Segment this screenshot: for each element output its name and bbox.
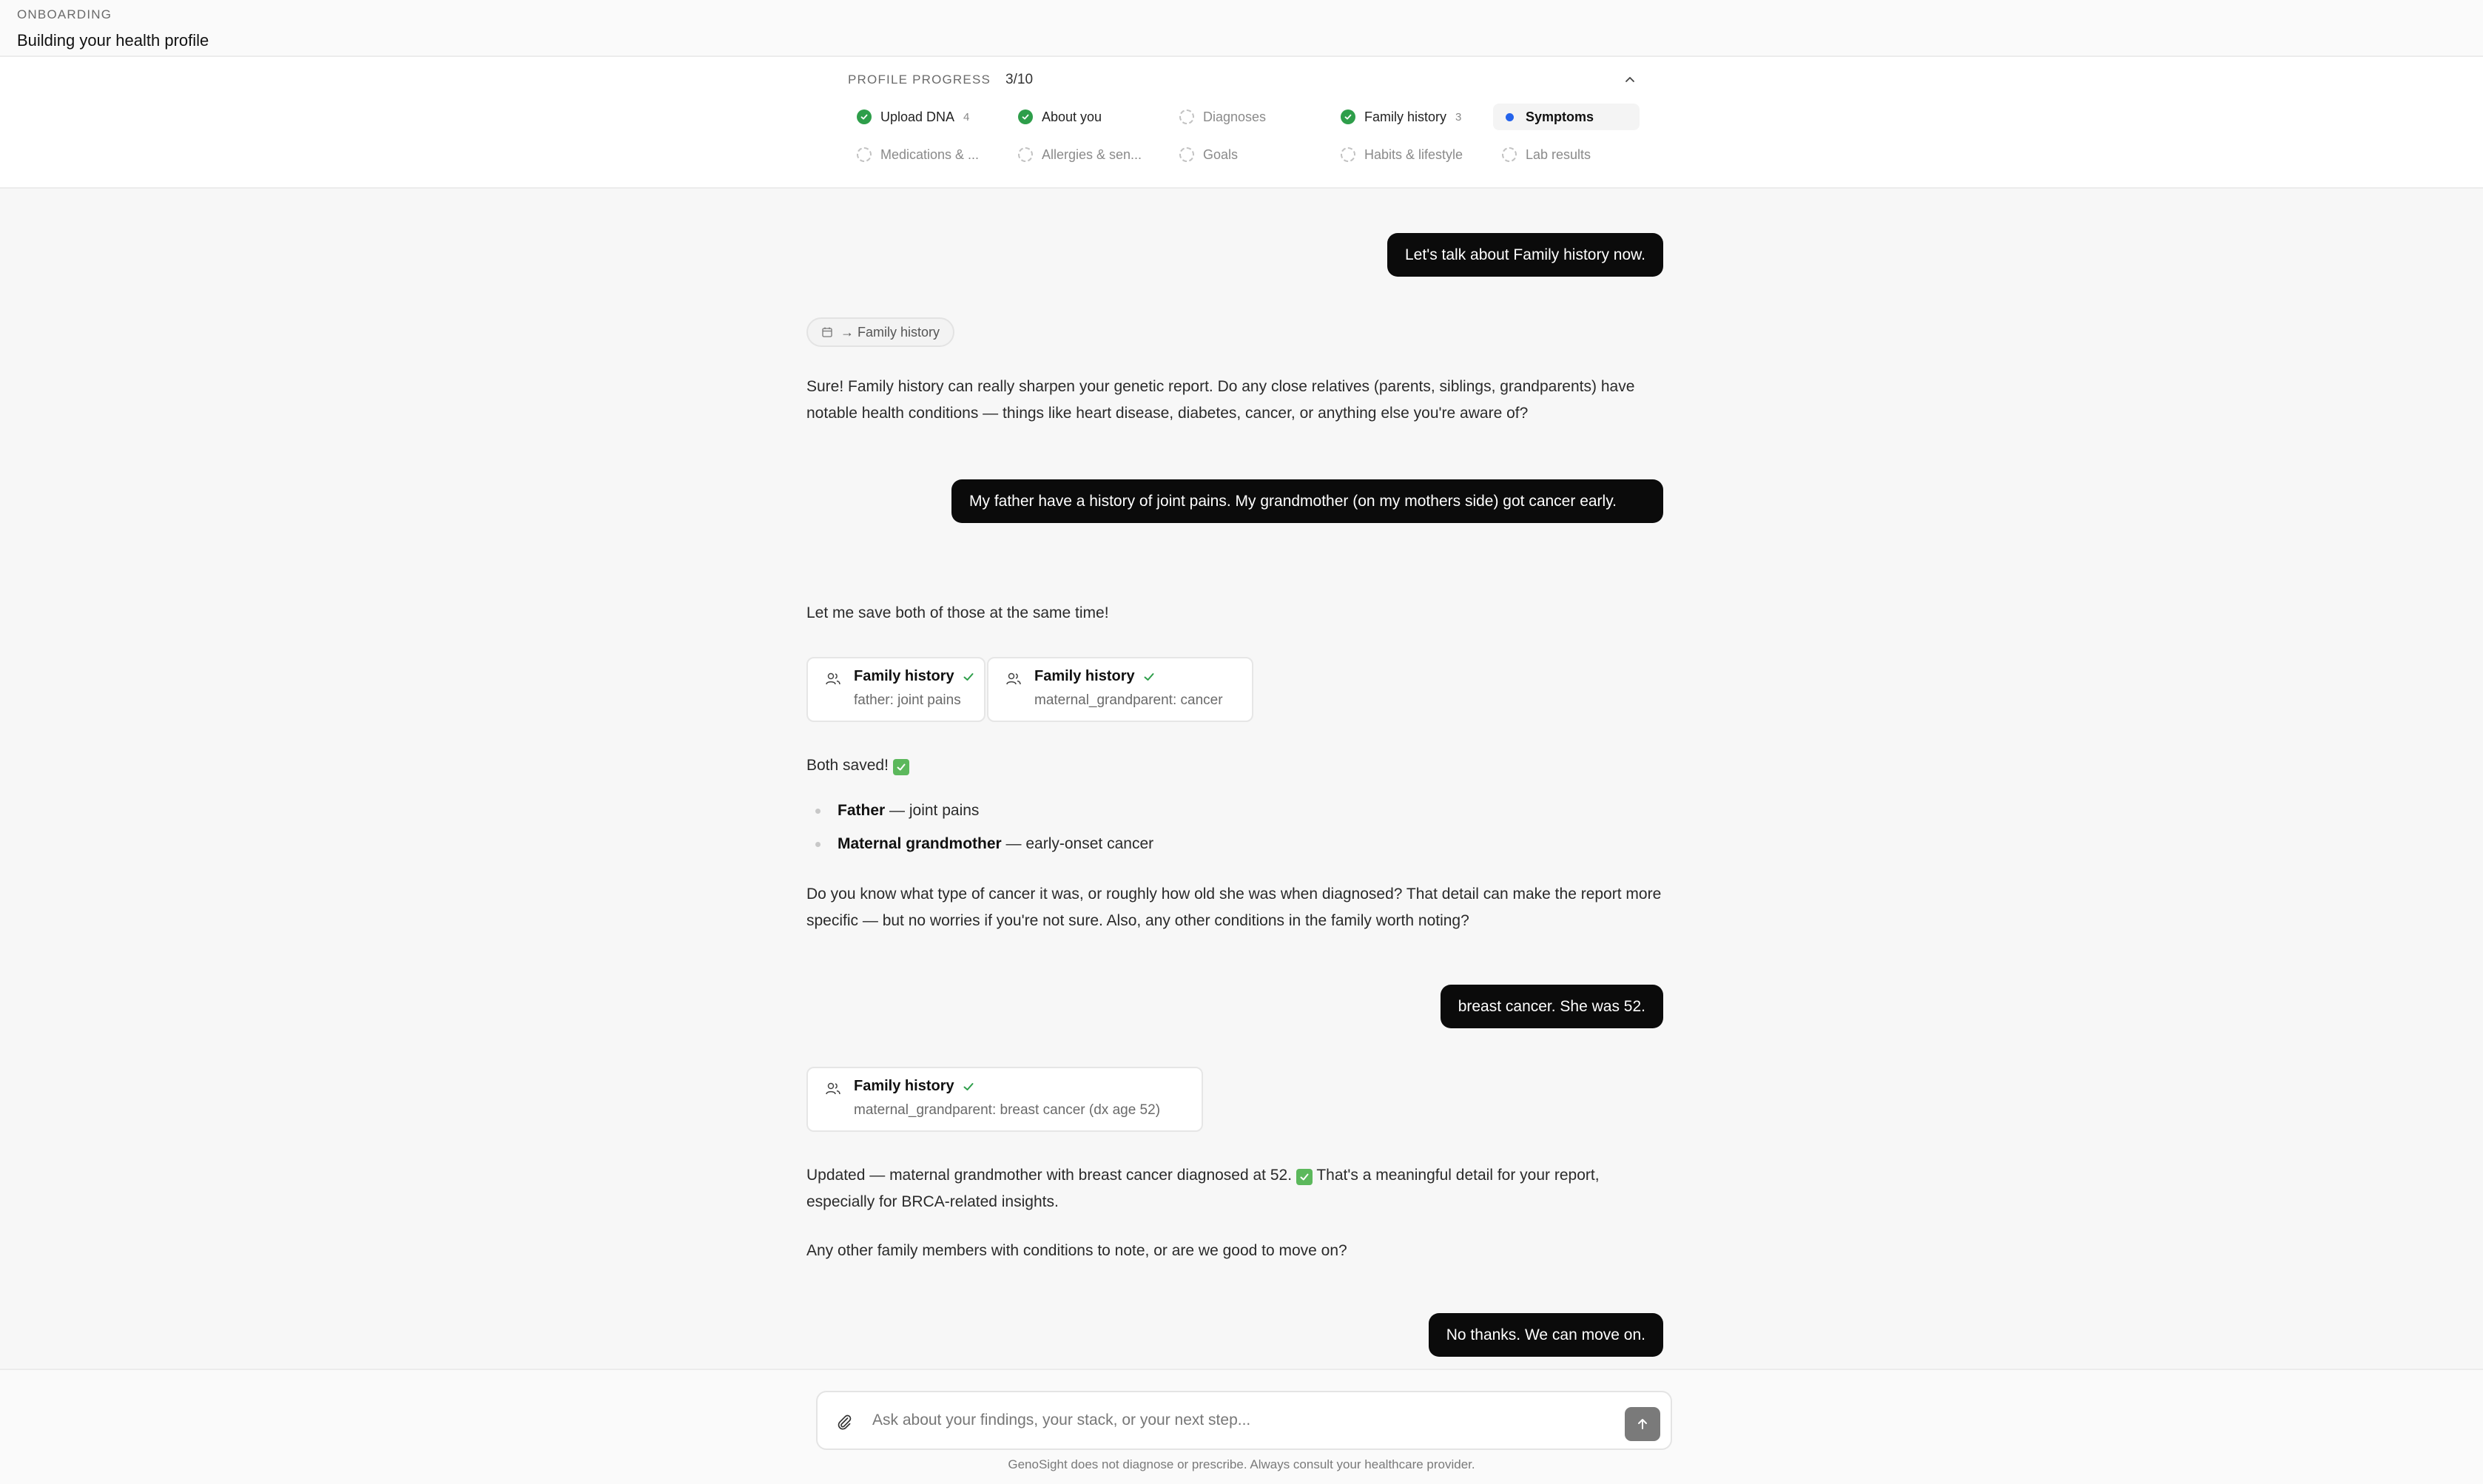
saved-item-card[interactable]: Family history maternal_grandparent: bre… [806, 1067, 1203, 1132]
dashed-circle-icon [1018, 147, 1033, 162]
progress-step-label: Goals [1203, 146, 1239, 162]
topic-chip-label: → Family history [840, 324, 940, 340]
dashed-circle-icon [1179, 109, 1194, 124]
assistant-message: Do you know what type of cancer it was, … [806, 886, 1662, 929]
progress-step[interactable]: Diagnoses [1170, 104, 1332, 130]
dashed-circle-icon [857, 147, 872, 162]
arrow-up-icon [1638, 1419, 1647, 1429]
paperclip-icon[interactable] [832, 1410, 856, 1434]
assistant-message: Updated — maternal grandmother with brea… [806, 1162, 1663, 1215]
check-circle-icon [1018, 109, 1033, 124]
assistant-message: Both saved! [806, 752, 1663, 779]
chat-thread: Let's talk about Family history now. → F… [0, 189, 2483, 1369]
user-message: No thanks. We can move on. [1428, 1313, 1663, 1357]
saved-item-card[interactable]: Family history father: joint pains [806, 657, 986, 722]
send-button[interactable] [1625, 1407, 1660, 1441]
progress-step-label: Lab results [1526, 146, 1591, 162]
check-circle-icon [1341, 109, 1355, 124]
list-item: Maternal grandmother — early-onset cance… [806, 827, 1153, 860]
header-eyebrow: ONBOARDING [17, 7, 112, 21]
saved-item-card[interactable]: Family history maternal_grandparent: can… [987, 657, 1253, 722]
progress-label: PROFILE PROGRESS [848, 72, 991, 87]
composer [816, 1391, 1672, 1450]
card-detail: maternal_grandparent: breast cancer (dx … [854, 1102, 1161, 1118]
progress-step[interactable]: Habits & lifestyle [1332, 141, 1493, 168]
progress-steps: Upload DNA 4 About you Diagnoses Family hist… [848, 104, 1640, 168]
progress-step-label: Family history [1364, 109, 1447, 124]
progress-step[interactable]: Upload DNA 4 [848, 104, 1009, 130]
progress-step-label: Medications & ... [880, 146, 980, 162]
people-icon [1005, 670, 1022, 692]
top-header: ONBOARDING Building your health profile [0, 0, 2483, 57]
composer-area: GenoSight does not diagnose or prescribe… [0, 1369, 2483, 1484]
progress-step-label: Allergies & sen... [1042, 146, 1142, 162]
card-detail: father: joint pains [854, 692, 961, 708]
user-message: Let's talk about Family history now. [1387, 233, 1663, 277]
progress-step[interactable]: Family history 3 [1332, 104, 1493, 130]
dashed-circle-icon [1179, 147, 1194, 162]
people-icon [824, 1080, 842, 1102]
progress-step-label: About you [1042, 109, 1102, 124]
progress-step[interactable]: Goals [1170, 141, 1332, 168]
card-detail: maternal_grandparent: cancer [1034, 692, 1223, 708]
checkmark-icon [1142, 670, 1156, 684]
assistant-message: Any other family members with conditions… [806, 1242, 1347, 1259]
page-title: Building your health profile [17, 31, 209, 50]
progress-step-count: 3 [1455, 110, 1462, 124]
progress-step-label: Diagnoses [1203, 109, 1267, 124]
checkbox-emoji-icon [1296, 1169, 1313, 1185]
assistant-text: Updated — maternal grandmother with brea… [806, 1167, 1293, 1184]
progress-step[interactable]: Allergies & sen... [1009, 141, 1170, 168]
progress-step[interactable]: Symptoms [1493, 104, 1640, 130]
saved-text: Both saved! [806, 757, 889, 774]
progress-step[interactable]: About you [1009, 104, 1170, 130]
chevron-up-icon[interactable] [1620, 70, 1640, 90]
profile-progress-panel: PROFILE PROGRESS 3/10 Upload DNA 4 About y… [0, 57, 2483, 189]
progress-header: PROFILE PROGRESS 3/10 [848, 70, 1640, 90]
progress-count: 3/10 [1005, 72, 1034, 87]
card-title: Family history [854, 1078, 954, 1094]
progress-step[interactable]: Medications & ... [848, 141, 1009, 168]
list-item: Father — joint pains [806, 794, 1153, 827]
user-message: My father have a history of joint pains.… [951, 479, 1663, 523]
assistant-message: Sure! Family history can really sharpen … [806, 378, 1635, 422]
progress-step-label: Habits & lifestyle [1364, 146, 1463, 162]
check-circle-icon [857, 109, 872, 124]
people-icon [824, 670, 842, 692]
progress-step-label: Upload DNA [880, 109, 955, 124]
checkmark-icon [962, 670, 975, 684]
user-message: breast cancer. She was 52. [1440, 985, 1663, 1028]
checkbox-emoji-icon [892, 759, 909, 775]
dashed-circle-icon [1341, 147, 1355, 162]
active-dot-icon [1502, 109, 1517, 124]
assistant-message: Let me save both of those at the same ti… [806, 604, 1109, 621]
progress-step[interactable]: Lab results [1493, 141, 1640, 168]
progress-step-count: 4 [963, 110, 970, 124]
calendar-icon [821, 326, 833, 338]
dashed-circle-icon [1502, 147, 1517, 162]
disclaimer: GenoSight does not diagnose or prescribe… [1008, 1457, 1475, 1471]
checkmark-icon [962, 1080, 975, 1093]
card-title: Family history [854, 668, 954, 684]
topic-chip[interactable]: → Family history [806, 317, 955, 347]
saved-list: Father — joint pains Maternal grandmothe… [806, 794, 1153, 860]
card-title: Family history [1034, 668, 1135, 684]
progress-step-label: Symptoms [1526, 109, 1594, 124]
message-input[interactable] [872, 1406, 1538, 1435]
